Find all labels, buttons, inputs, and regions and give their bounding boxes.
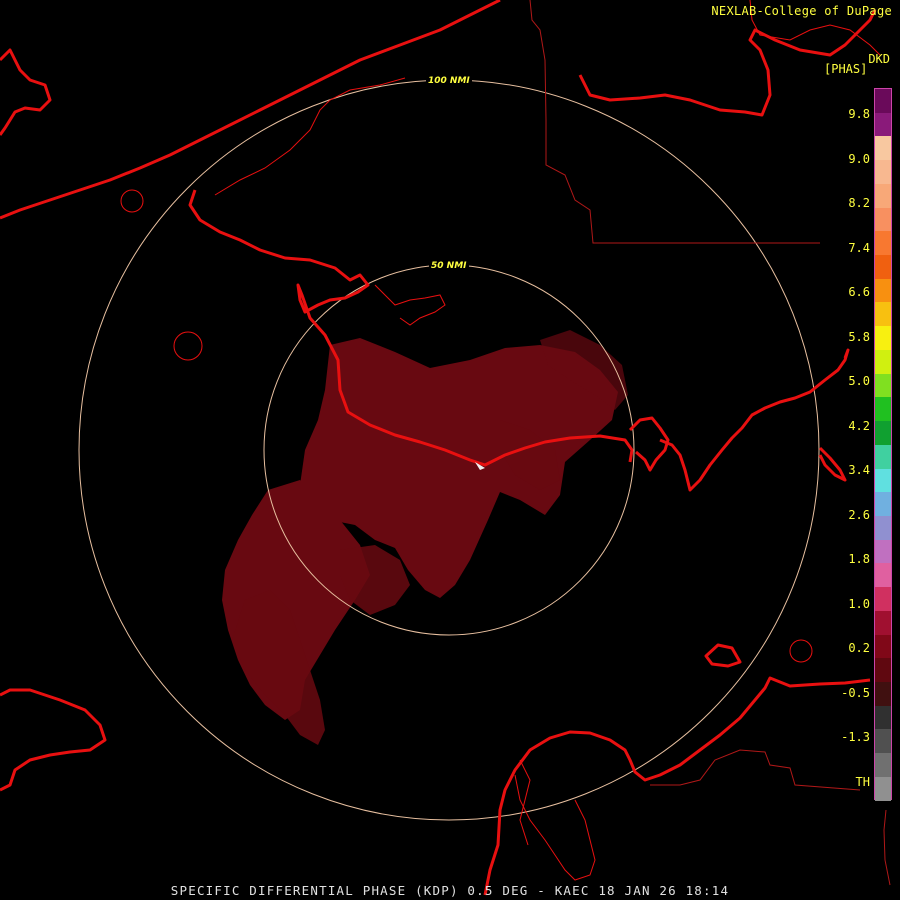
colorbar-swatch (875, 515, 891, 540)
colorbar-tick-label: 9.8 (848, 107, 870, 121)
outer-ring-label: 100 NMI (428, 76, 470, 86)
colorbar-labels: 9.8 9.0 8.2 7.4 6.6 5.8 5.0 4.2 3.4 2.6 1.8 1.0 0.2 -… (838, 0, 874, 900)
colorbar-swatch (875, 349, 891, 374)
colorbar-tick-label: 1.0 (848, 596, 870, 611)
colorbar-tick-label: 1.8 (848, 552, 870, 566)
colorbar-swatch (875, 587, 891, 611)
colorbar-tick-label: 2.6 (848, 507, 870, 522)
colorbar-swatch (875, 634, 891, 659)
colorbar-tick-label: -0.5 (841, 685, 870, 700)
colorbar-swatch (875, 563, 891, 588)
colorbar-swatch (875, 136, 891, 161)
colorbar-swatch (875, 776, 891, 801)
colorbar-swatch (875, 658, 891, 682)
colorbar-tick-label: 5.0 (848, 374, 870, 388)
colorbar-swatch (875, 89, 891, 113)
colorbar-swatch (875, 729, 891, 754)
colorbar-swatch (875, 373, 891, 398)
colorbar-swatch (875, 160, 891, 184)
range-ring-labels: 100 NMI 50 NMI (426, 74, 472, 271)
colorbar-tick-label: 3.4 (848, 463, 870, 477)
colorbar-tick-label: 4.2 (848, 418, 870, 433)
colorbar-swatch (875, 207, 891, 232)
colorbar-swatch (875, 705, 891, 730)
colorbar (874, 88, 892, 801)
inner-ring-label: 50 NMI (431, 261, 467, 271)
colorbar-swatch (875, 231, 891, 256)
product-caption: SPECIFIC DIFFERENTIAL PHASE (KDP) 0.5 DE… (170, 883, 730, 898)
colorbar-swatch (875, 397, 891, 422)
radar-echoes (222, 330, 628, 745)
colorbar-tick-label: 7.4 (848, 240, 870, 255)
colorbar-tick-label: 9.0 (848, 151, 870, 166)
colorbar-swatch (875, 326, 891, 350)
colorbar-swatch (875, 539, 891, 564)
colorbar-tick-label: 6.6 (848, 285, 870, 299)
colorbar-swatch (875, 302, 891, 327)
colorbar-tick-label: TH (855, 774, 870, 789)
colorbar-swatch (875, 681, 891, 706)
colorbar-swatch (875, 753, 891, 777)
colorbar-swatch (875, 610, 891, 635)
colorbar-tick-label: 8.2 (848, 196, 870, 210)
colorbar-swatch (875, 112, 891, 137)
coastlines (0, 0, 877, 896)
colorbar-swatch (875, 255, 891, 279)
radar-map: 100 NMI 50 NMI (0, 0, 891, 896)
colorbar-swatch (875, 492, 891, 516)
colorbar-tick-label: 5.8 (848, 329, 870, 344)
colorbar-tick-label: -1.3 (841, 730, 870, 744)
colorbar-swatch (875, 444, 891, 469)
colorbar-swatch (875, 183, 891, 208)
colorbar-swatch (875, 468, 891, 493)
colorbar-swatch (875, 278, 891, 303)
colorbar-swatch (875, 421, 891, 445)
colorbar-tick-label: 0.2 (848, 641, 870, 655)
